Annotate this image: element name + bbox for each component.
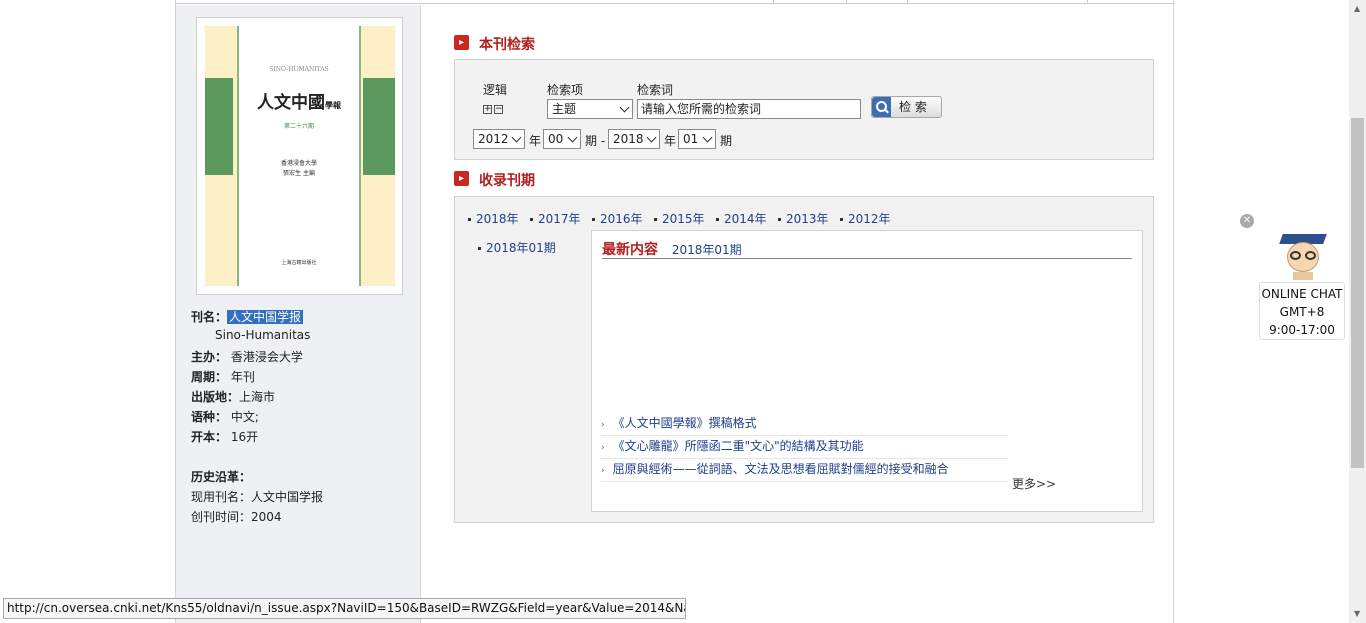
info-lang-row: 语种： 中文; [191, 410, 259, 424]
article-link[interactable]: › 屈原與經術——從詞語、文法及思想看屈賦對儒經的接受和融合 [601, 460, 1008, 482]
scrollbar-thumb[interactable] [1351, 118, 1364, 468]
arrow-icon: › [601, 443, 605, 453]
latest-issue: 2018年01期 [671, 243, 742, 257]
info-en-title: Sino-Humanitas [215, 328, 311, 342]
info-title-row: 刊名： 人文中国学报 [191, 308, 304, 325]
field-label: 检索项 [547, 83, 584, 97]
page-container: SINO-HUMANITAS 人文中國學報 第二十六期 香港浸會大學 張宏生 主… [175, 0, 1175, 623]
vertical-scrollbar[interactable]: ▲ ▼ [1349, 0, 1366, 623]
journal-cover: SINO-HUMANITAS 人文中國學報 第二十六期 香港浸會大學 張宏生 主… [196, 17, 403, 295]
cover-publisher: 香港浸會大學 [280, 160, 317, 167]
field-select[interactable]: 主题 [547, 99, 633, 119]
year-unit-label: 年 [664, 134, 677, 148]
search-button[interactable]: 检 索 [871, 96, 942, 118]
search-icon [872, 97, 891, 117]
info-sponsor-row: 主办： 香港浸会大学 [191, 350, 303, 364]
info-place-row: 出版地：上海市 [191, 390, 276, 404]
chevron-down-icon [619, 102, 630, 113]
info-current-name-row: 现用刊名：人文中国学报 [191, 490, 324, 504]
year-link-2015[interactable]: 2015年 [654, 210, 705, 227]
remove-row-icon[interactable]: − [494, 105, 503, 114]
cover-cn-title: 人文中國學報 [257, 93, 341, 113]
to-year-select[interactable]: 2018 [608, 129, 660, 149]
year-link-2018[interactable]: 2018年 [468, 210, 519, 227]
search-panel: 逻辑 检索项 检索词 + − 主题 请输入您所需的检索词 检 索 2012 年 … [454, 59, 1154, 160]
year-link-2013[interactable]: 2013年 [778, 210, 829, 227]
to-issue-select[interactable]: 01 [678, 129, 716, 149]
article-link[interactable]: › 《人文中國學報》撰稿格式 [601, 414, 1008, 436]
title-value: 人文中国学报 [227, 310, 304, 324]
top-tab[interactable] [773, 0, 774, 4]
add-row-icon[interactable]: + [483, 105, 492, 114]
search-section-title: 本刊检索 [479, 37, 535, 53]
year-link-2012[interactable]: 2012年 [840, 210, 891, 227]
issue-link[interactable]: 2018年01期 [478, 239, 556, 256]
more-link[interactable]: 更多>> [1012, 475, 1056, 492]
issues-panel: 2018年 2017年 2016年 2015年 2014年 2013年 2012… [454, 196, 1154, 523]
year-link-2016[interactable]: 2016年 [592, 210, 643, 227]
mascot-icon [1279, 232, 1327, 282]
latest-title: 最新内容 [602, 242, 658, 258]
from-issue-select[interactable]: 00 [543, 129, 581, 149]
journal-sidebar: SINO-HUMANITAS 人文中國學報 第二十六期 香港浸會大學 張宏生 主… [176, 5, 421, 623]
info-format-row: 开本： 16开 [191, 430, 259, 444]
top-tab[interactable] [907, 0, 1088, 4]
article-link[interactable]: › 《文心雕龍》所隱函二重"文心"的結構及其功能 [601, 437, 1008, 459]
search-button-label: 检 索 [899, 100, 927, 114]
cover-en-title: SINO-HUMANITAS [269, 66, 329, 73]
chat-title: ONLINE CHAT [1261, 287, 1343, 301]
chevron-down-icon [646, 132, 657, 143]
year-unit-label: 年 [529, 134, 542, 148]
issue-unit-label: 期 - [585, 134, 606, 148]
logic-label: 逻辑 [483, 83, 508, 97]
arrow-right-icon: ▸ [454, 35, 469, 50]
year-link-2014[interactable]: 2014年 [716, 210, 767, 227]
from-year-select[interactable]: 2012 [473, 129, 525, 149]
close-icon[interactable]: ✕ [1240, 214, 1254, 228]
latest-content-panel: 最新内容 2018年01期 › 《人文中國學報》撰稿格式 › 《文心雕龍》所隱函二重… [591, 230, 1143, 512]
arrow-right-icon: ▸ [454, 171, 469, 186]
chat-timezone: GMT+8 [1279, 305, 1325, 319]
chevron-down-icon [702, 132, 713, 143]
top-tab-strip [176, 0, 1175, 4]
cover-editor: 張宏生 主編 [283, 170, 315, 177]
status-bar-url: http://cn.oversea.cnki.net/Kns55/oldnavi… [3, 598, 686, 619]
cover-issue: 第二十六期 [283, 123, 314, 130]
title-label: 刊名： [191, 310, 228, 324]
arrow-icon: › [601, 466, 605, 476]
scroll-up-icon[interactable]: ▲ [1354, 4, 1360, 13]
year-link-2017[interactable]: 2017年 [530, 210, 581, 227]
info-history-heading: 历史沿革： [191, 470, 252, 484]
chat-hours: 9:00-17:00 [1269, 323, 1335, 337]
scroll-down-icon[interactable]: ▼ [1354, 609, 1360, 618]
term-label: 检索词 [637, 83, 674, 97]
chevron-down-icon [567, 132, 578, 143]
search-term-input[interactable]: 请输入您所需的检索词 [637, 99, 861, 119]
info-period-row: 周期： 年刊 [191, 370, 255, 384]
issue-unit-label: 期 [720, 134, 733, 148]
issues-section-title: 收录刊期 [479, 173, 535, 189]
latest-header: 最新内容 2018年01期 [602, 239, 1132, 259]
info-founded-row: 创刊时间：2004 [191, 510, 282, 524]
arrow-icon: › [601, 420, 605, 430]
top-tab[interactable] [846, 0, 847, 4]
chevron-down-icon [511, 132, 522, 143]
cover-press: 上海古籍出版社 [281, 260, 317, 266]
